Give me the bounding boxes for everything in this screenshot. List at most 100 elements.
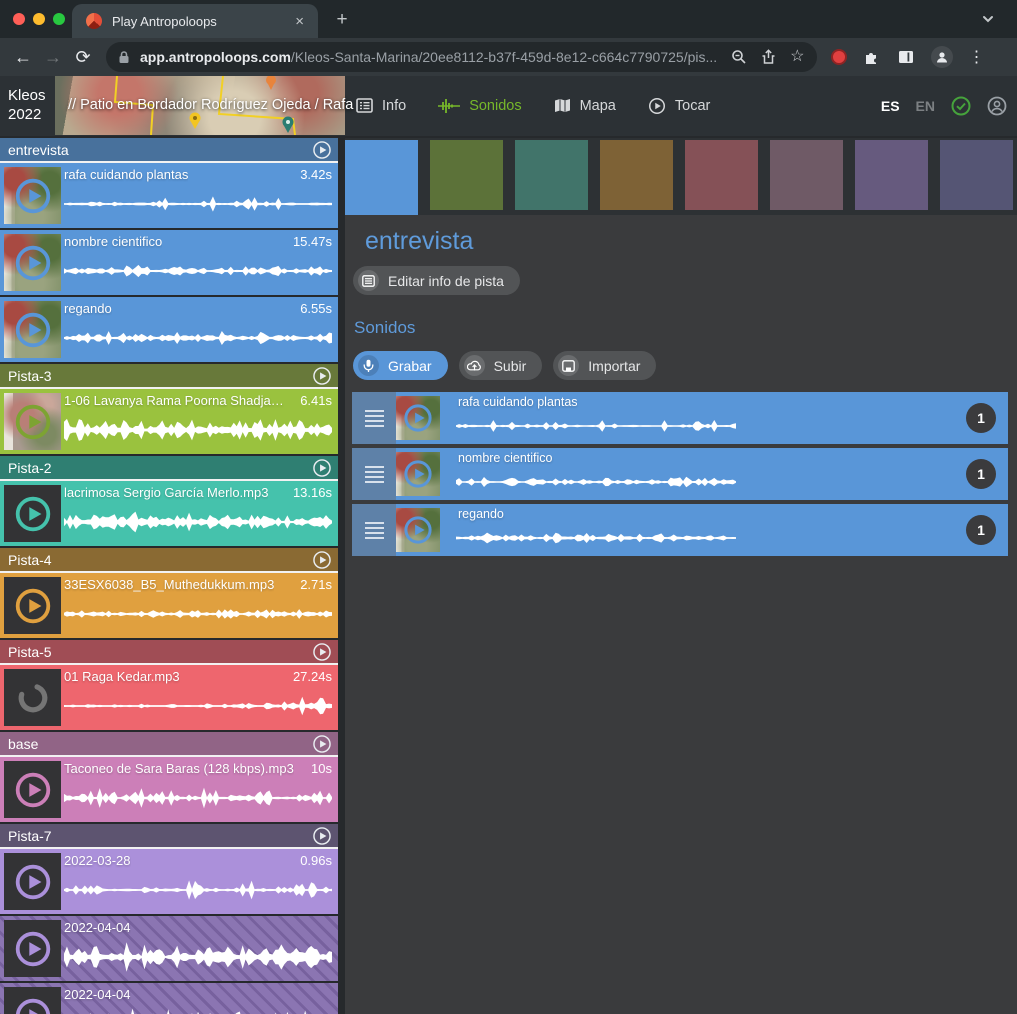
sample-duration: 15.47s [293, 234, 332, 249]
browser-window: Play Antropoloops × + ← → ⟳ app.antropol… [0, 0, 1017, 1014]
record-button[interactable]: Grabar [353, 351, 448, 380]
sound-thumbnail[interactable] [396, 508, 440, 552]
sidebar-track-header[interactable]: Pista-3 [0, 364, 338, 389]
drag-handle-icon[interactable] [352, 448, 396, 500]
sample-thumbnail[interactable] [4, 761, 61, 818]
sidebar-sample[interactable]: 2022-03-280.96s [0, 849, 338, 914]
sample-duration: 6.41s [300, 393, 332, 408]
lang-en-button[interactable]: EN [916, 98, 935, 114]
sidebar-sample[interactable]: 1-06 Lavanya Rama Poorna Shadjam Rupak..… [0, 389, 338, 454]
sample-thumbnail[interactable] [4, 485, 61, 542]
sidebar-sample[interactable]: rafa cuidando plantas3.42s [0, 163, 338, 228]
upload-button[interactable]: Subir [459, 351, 543, 380]
drag-handle-icon[interactable] [352, 504, 396, 556]
track-play-icon[interactable] [312, 366, 332, 389]
sample-title: 2022-03-28 [64, 853, 131, 868]
sidebar-sample[interactable]: 33ESX6038_B5_Muthedukkum.mp32.71s [0, 573, 338, 638]
sound-thumbnail[interactable] [396, 396, 440, 440]
maximize-window-button[interactable] [53, 13, 65, 25]
sound-row[interactable]: nombre cientifico1 [352, 448, 1008, 500]
track-play-icon[interactable] [312, 642, 332, 665]
microphone-icon [358, 355, 379, 376]
sample-thumbnail[interactable] [4, 577, 61, 634]
nav-tab-tocar[interactable]: Tocar [648, 97, 710, 115]
drag-handle-icon[interactable] [352, 392, 396, 444]
sidebar-sample[interactable]: Taconeo de Sara Baras (128 kbps).mp310s [0, 757, 338, 822]
sound-row[interactable]: rafa cuidando plantas1 [352, 392, 1008, 444]
new-tab-button[interactable]: + [330, 8, 354, 32]
sample-thumbnail[interactable] [4, 167, 61, 224]
reload-button[interactable]: ⟳ [68, 47, 98, 68]
track-play-icon[interactable] [312, 826, 332, 849]
sidebar-track-header[interactable]: entrevista [0, 138, 338, 163]
browser-menu-icon[interactable]: ⋮ [969, 47, 985, 67]
sidebar-sample[interactable]: regando6.55s [0, 297, 338, 362]
sample-duration: 27.24s [293, 669, 332, 684]
check-circle-icon[interactable] [951, 96, 971, 116]
track-swatch-7[interactable] [855, 140, 928, 210]
track-swatch-6[interactable] [770, 140, 843, 210]
sound-thumbnail[interactable] [396, 452, 440, 496]
app-nav: Info Sonidos Mapa Tocar [356, 76, 710, 135]
import-button[interactable]: Importar [553, 351, 656, 380]
sidebar-sample[interactable]: 2022-04-04 [0, 916, 338, 981]
track-play-icon[interactable] [312, 734, 332, 757]
track-play-icon[interactable] [312, 140, 332, 163]
sidebar-sample[interactable]: lacrimosa Sergio García Merlo.mp313.16s [0, 481, 338, 546]
close-tab-icon[interactable]: × [291, 13, 308, 30]
lock-icon [118, 50, 130, 64]
account-icon[interactable] [987, 96, 1007, 116]
track-swatch-1[interactable] [345, 140, 418, 217]
sidebar-track-header[interactable]: base [0, 732, 338, 757]
sample-duration: 2.71s [300, 577, 332, 592]
close-window-button[interactable] [13, 13, 25, 25]
track-name: Pista-5 [8, 644, 52, 660]
sidebar-sample[interactable]: 2022-04-04 [0, 983, 338, 1014]
extensions-puzzle-icon[interactable] [863, 48, 881, 66]
sidebar-track-header[interactable]: Pista-2 [0, 456, 338, 481]
sample-thumbnail[interactable] [4, 920, 61, 977]
app-logo[interactable]: Kleos 2022 [8, 86, 46, 124]
profile-avatar[interactable] [931, 46, 953, 68]
forward-button[interactable]: → [38, 47, 68, 68]
nav-tab-info[interactable]: Info [356, 98, 406, 114]
track-play-icon[interactable] [312, 550, 332, 573]
minimize-window-button[interactable] [33, 13, 45, 25]
loading-spinner-icon[interactable] [4, 669, 61, 726]
track-swatch-5[interactable] [685, 140, 758, 210]
track-swatch-2[interactable] [430, 140, 503, 210]
track-swatch-3[interactable] [515, 140, 588, 210]
info-table-icon [356, 98, 373, 113]
nav-tab-mapa[interactable]: Mapa [554, 98, 616, 114]
sidebar-track-header[interactable]: Pista-5 [0, 640, 338, 665]
sample-thumbnail[interactable] [4, 393, 61, 450]
sample-thumbnail[interactable] [4, 987, 61, 1014]
sidebar-sample[interactable]: 01 Raga Kedar.mp327.24s [0, 665, 338, 730]
side-panel-icon[interactable] [897, 48, 915, 66]
sample-thumbnail[interactable] [4, 853, 61, 910]
record-indicator-icon[interactable] [831, 49, 847, 65]
sidebar-track-header[interactable]: Pista-4 [0, 548, 338, 573]
sample-thumbnail[interactable] [4, 301, 61, 358]
sample-thumbnail[interactable] [4, 234, 61, 291]
app-header: Kleos 2022 // Patio en Bordador Rodrígue… [0, 76, 1017, 136]
zoom-out-icon[interactable] [731, 49, 747, 65]
sample-title: regando [64, 301, 112, 316]
lang-es-button[interactable]: ES [881, 98, 900, 114]
waveform [456, 412, 736, 440]
share-icon[interactable] [761, 49, 776, 65]
track-swatch-4[interactable] [600, 140, 673, 210]
track-swatch-8[interactable] [940, 140, 1013, 210]
nav-tab-sonidos[interactable]: Sonidos [438, 98, 521, 114]
bookmark-star-icon[interactable]: ☆ [790, 50, 804, 64]
track-play-icon[interactable] [312, 458, 332, 481]
sidebar-sample[interactable]: nombre cientifico15.47s [0, 230, 338, 295]
address-bar[interactable]: app.antropoloops.com /Kleos-Santa-Marina… [106, 42, 817, 72]
back-button[interactable]: ← [8, 47, 38, 68]
sidebar-track-header[interactable]: Pista-7 [0, 824, 338, 849]
sound-row[interactable]: regando1 [352, 504, 1008, 556]
import-icon [558, 355, 579, 376]
tab-search-chevron-icon[interactable] [981, 12, 995, 31]
edit-track-info-button[interactable]: Editar info de pista [353, 266, 520, 295]
browser-tab[interactable]: Play Antropoloops × [72, 4, 318, 38]
